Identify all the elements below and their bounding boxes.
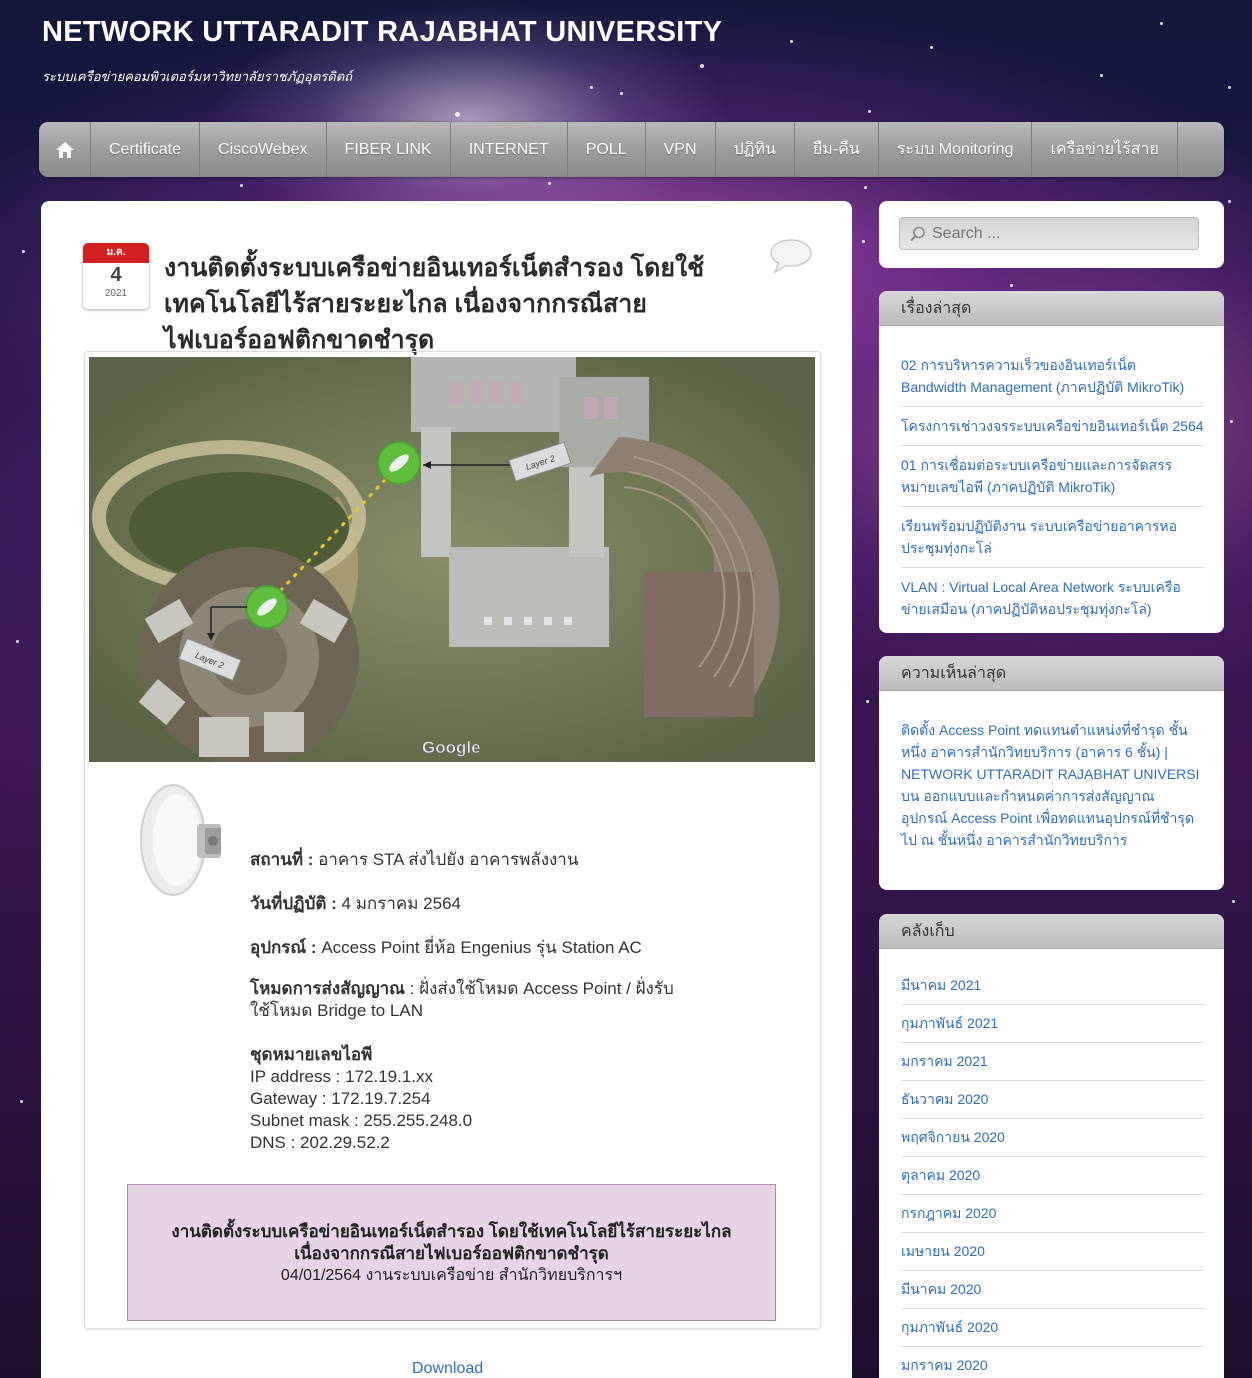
date-value: 4 มกราคม 2564 — [336, 894, 461, 913]
recent-comments-list: ติดตั้ง Access Point ทดแทนตำแหน่งที่ชำรุ… — [879, 691, 1224, 859]
nav-item-wireless[interactable]: เครือข่ายไร้สาย — [1032, 122, 1178, 177]
gateway: Gateway : 172.19.7.254 — [250, 1089, 431, 1108]
nav-item-borrow-return[interactable]: ยืม-คืน — [795, 122, 879, 177]
archives-widget: คลังเก็บ มีนาคม 2021 กุมภาพันธ์ 2021 มกร… — [879, 914, 1224, 1378]
summary-box: งานติดตั้งระบบเครือข่ายอินเทอร์เน็ตสำรอง… — [127, 1184, 776, 1321]
archive-link[interactable]: ตุลาคม 2020 — [901, 1157, 1204, 1195]
summary-subtitle: 04/01/2564 งานระบบเครือข่าย สำนักวิทยบริ… — [280, 1267, 623, 1284]
ip-heading: ชุดหมายเลขไอพี — [250, 1045, 373, 1064]
ip-address: IP address : 172.19.1.xx — [250, 1067, 434, 1086]
archive-link[interactable]: มีนาคม 2021 — [901, 967, 1204, 1005]
archive-link[interactable]: มกราคม 2020 — [901, 1347, 1204, 1378]
recent-post-link[interactable]: VLAN : Virtual Local Area Network ระบบเค… — [901, 568, 1204, 628]
post-date-badge: ม.ค. 4 2021 — [83, 243, 149, 309]
archive-link[interactable]: พฤศจิกายน 2020 — [901, 1119, 1204, 1157]
search-icon — [910, 226, 925, 241]
download-link[interactable]: Download — [412, 1360, 483, 1378]
post-date-day: 4 — [110, 264, 122, 286]
archive-link[interactable]: กุมภาพันธ์ 2020 — [901, 1309, 1204, 1347]
main-navigation: Certificate CiscoWebex FIBER LINK INTERN… — [39, 122, 1224, 177]
mode-value-line2: ใช้โหมด Bridge to LAN — [250, 1001, 423, 1020]
device-label: อุปกรณ์ : — [250, 938, 317, 957]
recent-post-link[interactable]: โครงการเช่าวงจรระบบเครือข่ายอินเทอร์เน็ต… — [901, 407, 1204, 446]
search-input[interactable] — [932, 224, 1182, 243]
site-subtitle: ระบบเครือข่ายคอมพิวเตอร์มหาวิทยาลัยราชภั… — [42, 69, 353, 84]
archive-link[interactable]: กุมภาพันธ์ 2021 — [901, 1005, 1204, 1043]
nav-item-fiber-link[interactable]: FIBER LINK — [327, 122, 451, 177]
recent-post-link[interactable]: 02 การบริหารความเร็วของอินเทอร์เน็ต Band… — [901, 346, 1204, 407]
recent-comment-link[interactable]: ติดตั้ง Access Point ทดแทนตำแหน่งที่ชำรุ… — [901, 711, 1204, 859]
recent-posts-widget: เรื่องล่าสุด 02 การบริหารความเร็วของอินเ… — [879, 291, 1224, 633]
antenna-dish-image — [140, 784, 221, 896]
post-title[interactable]: งานติดตั้งระบบเครือข่ายอินเทอร์เน็ตสำรอง… — [164, 250, 724, 358]
nav-item-vpn[interactable]: VPN — [646, 122, 716, 177]
post-ip-block: ชุดหมายเลขไอพี IP address : 172.19.1.xx … — [250, 1044, 472, 1154]
archive-link[interactable]: เมษายน 2020 — [901, 1233, 1204, 1271]
nav-item-internet[interactable]: INTERNET — [451, 122, 568, 177]
summary-title-line2: เนื่องจากกรณีสายไฟเบอร์ออฟติกขาดชำรุด — [294, 1244, 609, 1263]
archive-link[interactable]: มกราคม 2021 — [901, 1043, 1204, 1081]
dns: DNS : 202.29.52.2 — [250, 1133, 390, 1152]
nav-item-calendar[interactable]: ปฏิทิน — [716, 122, 795, 177]
satellite-map-image: Layer 2 Layer 2 Google — [89, 357, 815, 762]
recent-posts-list: 02 การบริหารความเร็วของอินเทอร์เน็ต Band… — [879, 326, 1224, 628]
device-value: Access Point ยี่ห้อ Engenius รุ่น Statio… — [316, 938, 642, 957]
recent-post-link[interactable]: เรียนพร้อมปฏิบัติงาน ระบบเครือข่ายอาคารห… — [901, 507, 1204, 568]
post-location: สถานที่ : อาคาร STA ส่งไปยัง อาคารพลังงา… — [250, 846, 578, 873]
date-label: วันที่ปฏิบัติ : — [250, 894, 337, 913]
nav-home[interactable] — [39, 122, 91, 177]
subnet-mask: Subnet mask : 255.255.248.0 — [250, 1111, 473, 1130]
post-device: อุปกรณ์ : Access Point ยี่ห้อ Engenius ร… — [250, 934, 642, 961]
archives-list: มีนาคม 2021 กุมภาพันธ์ 2021 มกราคม 2021 … — [879, 949, 1224, 1378]
post-date-month: ม.ค. — [83, 243, 149, 263]
archive-link[interactable]: กรกฎาคม 2020 — [901, 1195, 1204, 1233]
location-label: สถานที่ : — [250, 850, 314, 869]
archives-title: คลังเก็บ — [879, 914, 1224, 949]
comment-bubble-icon[interactable] — [769, 238, 813, 274]
archive-link[interactable]: ธันวาคม 2020 — [901, 1081, 1204, 1119]
nav-item-poll[interactable]: POLL — [568, 122, 646, 177]
recent-comments-title: ความเห็นล่าสุด — [879, 656, 1224, 691]
mode-label: โหมดการส่งสัญญาณ — [250, 979, 405, 998]
recent-post-link[interactable]: 01 การเชื่อมต่อระบบเครือข่ายและการจัดสรร… — [901, 446, 1204, 507]
nav-item-ciscowebex[interactable]: CiscoWebex — [200, 122, 327, 177]
summary-title-line1: งานติดตั้งระบบเครือข่ายอินเทอร์เน็ตสำรอง… — [171, 1222, 732, 1241]
nav-item-monitoring[interactable]: ระบบ Monitoring — [879, 122, 1033, 177]
antenna-marker-icon — [245, 585, 289, 629]
recent-posts-title: เรื่องล่าสุด — [879, 291, 1224, 326]
search-widget — [879, 201, 1224, 268]
nav-item-certificate[interactable]: Certificate — [91, 122, 201, 177]
antenna-marker-icon — [377, 441, 421, 485]
site-title[interactable]: NETWORK UTTARADIT RAJABHAT UNIVERSITY — [42, 16, 722, 49]
recent-comments-widget: ความเห็นล่าสุด ติดตั้ง Access Point ทดแท… — [879, 656, 1224, 890]
home-icon — [55, 141, 74, 158]
post-mode: โหมดการส่งสัญญาณ : ฝั่งส่งใช้โหมด Access… — [250, 978, 674, 1022]
post-date-year: 2021 — [104, 288, 128, 299]
search-box — [899, 217, 1199, 250]
archive-link[interactable]: มีนาคม 2020 — [901, 1271, 1204, 1309]
mode-value: : ฝั่งส่งใช้โหมด Access Point / ฝั่งรับ — [404, 979, 674, 998]
google-watermark: Google — [422, 738, 481, 757]
post-date: วันที่ปฏิบัติ : 4 มกราคม 2564 — [250, 890, 461, 917]
location-value: อาคาร STA ส่งไปยัง อาคารพลังงาน — [313, 850, 579, 869]
